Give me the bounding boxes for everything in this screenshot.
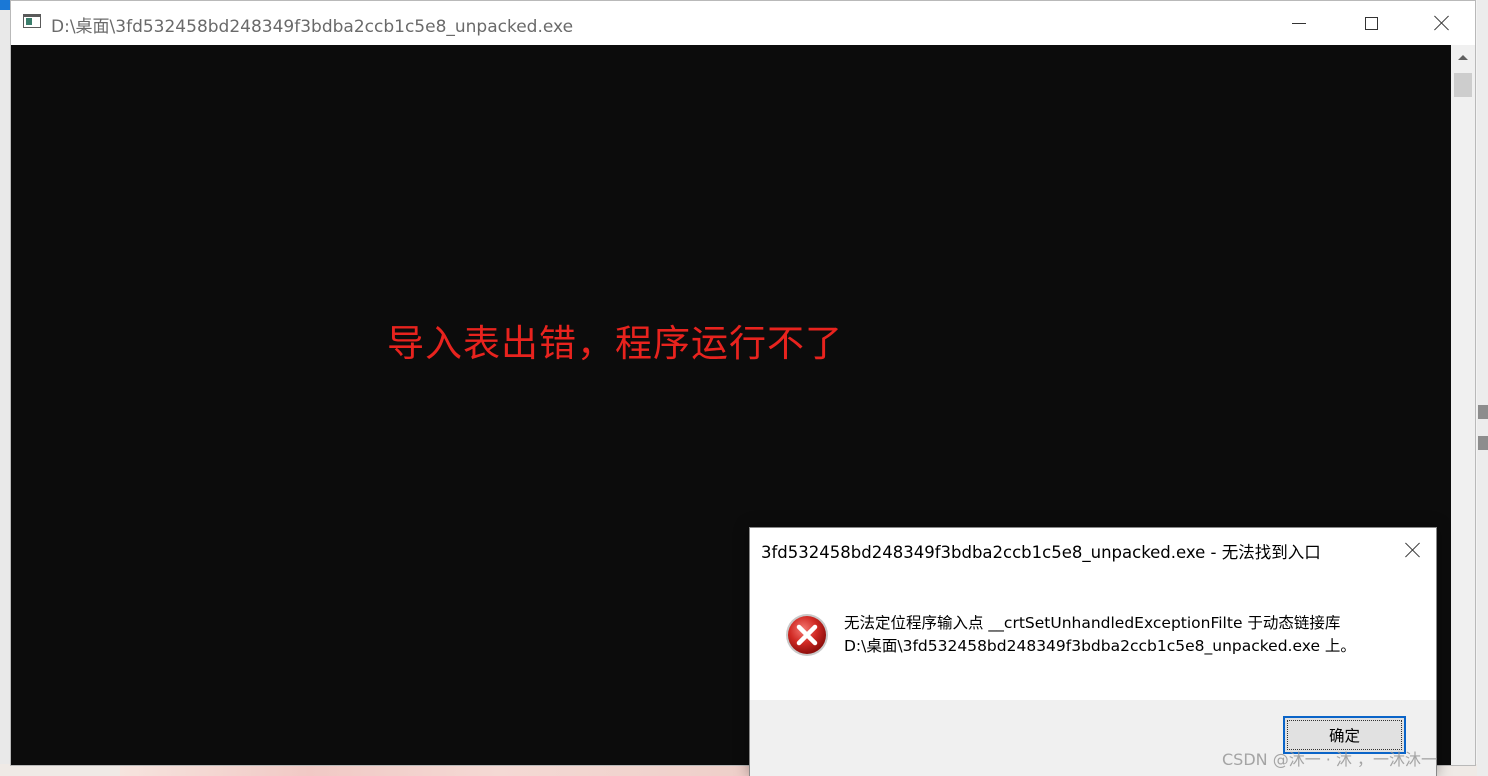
scroll-thumb[interactable]: [1454, 73, 1472, 97]
close-icon: [1434, 15, 1450, 31]
dialog-message: 无法定位程序输入点 __crtSetUnhandledExceptionFilt…: [844, 612, 1356, 658]
title-bar[interactable]: D:\桌面\3fd532458bd248349f3bdba2ccb1c5e8_u…: [11, 1, 1475, 45]
dialog-title: 3fd532458bd248349f3bdba2ccb1c5e8_unpacke…: [761, 543, 1321, 562]
dialog-message-line-1: 无法定位程序输入点 __crtSetUnhandledExceptionFilt…: [844, 614, 1341, 632]
maximize-icon: [1364, 16, 1378, 30]
chevron-up-icon: [1458, 54, 1468, 60]
dialog-close-button[interactable]: [1390, 528, 1436, 572]
maximize-button[interactable]: [1336, 1, 1406, 45]
window-title: D:\桌面\3fd532458bd248349f3bdba2ccb1c5e8_u…: [51, 17, 574, 37]
background-text-fragment: [1478, 405, 1488, 419]
dialog-message-line-2: D:\桌面\3fd532458bd248349f3bdba2ccb1c5e8_u…: [844, 637, 1356, 655]
minimize-button[interactable]: [1264, 1, 1334, 45]
error-annotation: 导入表出错，程序运行不了: [387, 322, 843, 365]
vertical-scrollbar[interactable]: [1451, 45, 1475, 765]
close-icon: [1405, 542, 1421, 558]
scroll-up-button[interactable]: [1451, 45, 1475, 69]
error-icon: [786, 614, 828, 656]
console-app-icon: [23, 14, 41, 28]
watermark: CSDN @沐一 · 沐 ，一沐沐一: [1222, 750, 1438, 769]
background-right-edge: [1477, 0, 1488, 776]
background-accent: [0, 0, 10, 10]
close-button[interactable]: [1407, 1, 1477, 45]
background-text-fragment: [1478, 436, 1488, 450]
error-dialog: 3fd532458bd248349f3bdba2ccb1c5e8_unpacke…: [749, 527, 1437, 776]
minimize-icon: [1292, 22, 1306, 24]
